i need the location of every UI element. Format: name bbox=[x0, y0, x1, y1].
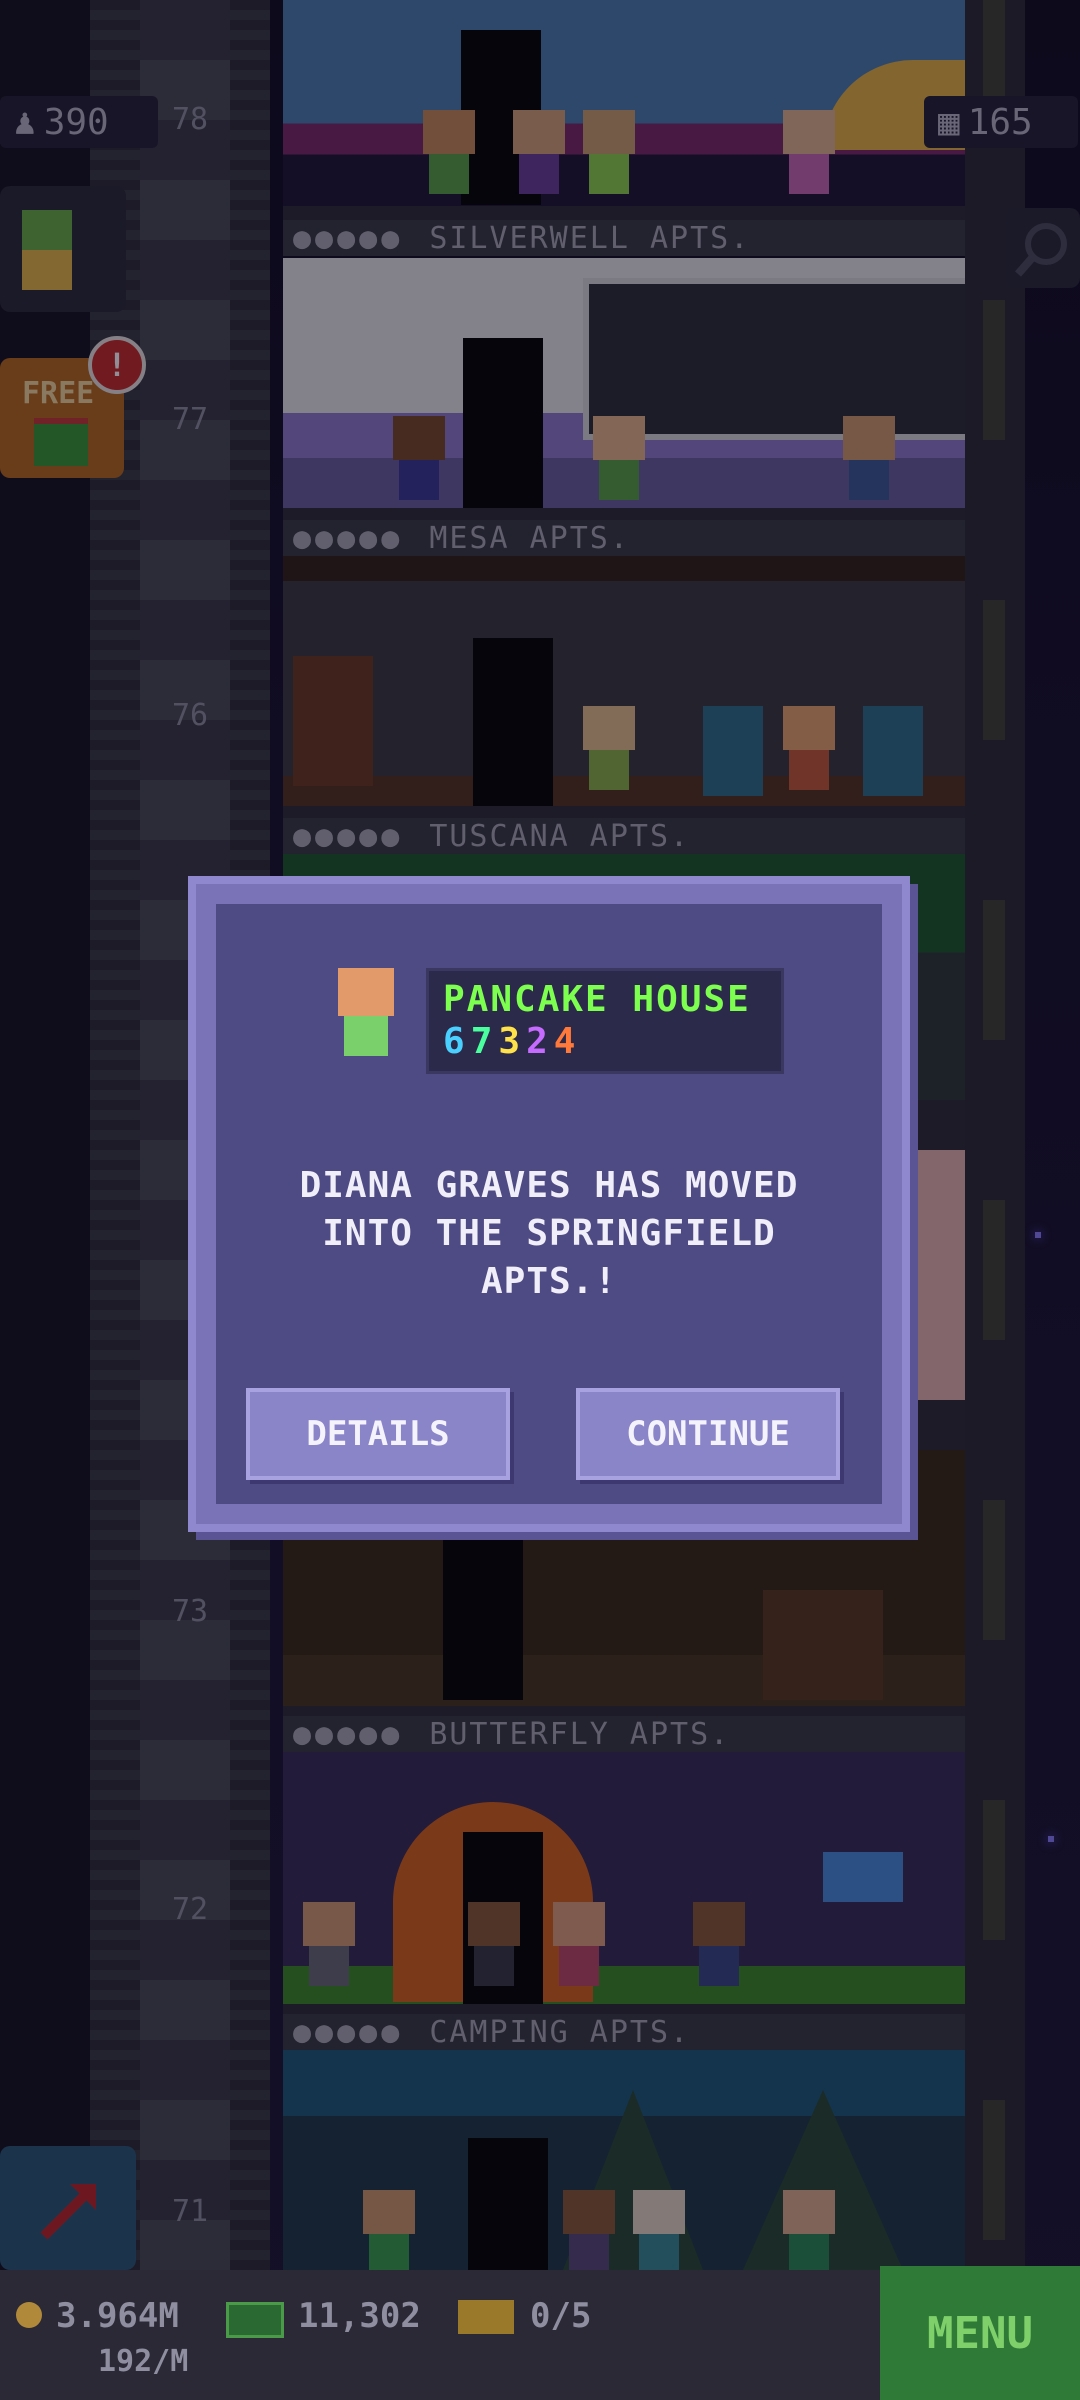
continue-button[interactable]: CONTINUE bbox=[576, 1388, 840, 1480]
coins-value: 3.964M bbox=[56, 2296, 179, 2336]
stat-digit: 4 bbox=[553, 1021, 582, 1062]
stat-digit: 2 bbox=[526, 1021, 554, 1062]
ticket-icon bbox=[458, 2300, 514, 2334]
stat-digit: 3 bbox=[498, 1021, 527, 1062]
business-name: PANCAKE HOUSE bbox=[443, 979, 751, 1020]
move-in-dialog: PANCAKE HOUSE 67324 DIANA GRAVES HAS MOV… bbox=[188, 876, 910, 1532]
tickets-value: 0/5 bbox=[530, 2296, 592, 2336]
dream-job-box: PANCAKE HOUSE 67324 bbox=[426, 968, 784, 1074]
bux-value: 11,302 bbox=[298, 2296, 421, 2336]
dialog-message: DIANA GRAVES HAS MOVED INTO THE SPRINGFI… bbox=[299, 1165, 799, 1302]
details-button[interactable]: DETAILS bbox=[246, 1388, 510, 1480]
menu-button[interactable]: MENU bbox=[880, 2266, 1080, 2400]
bitizen-portrait bbox=[338, 968, 394, 1016]
dialog-panel: PANCAKE HOUSE 67324 DIANA GRAVES HAS MOV… bbox=[216, 904, 882, 1504]
bux-icon bbox=[226, 2302, 284, 2338]
bitizen-stats: 67324 bbox=[443, 1021, 581, 1062]
coin-rate: 192/M bbox=[98, 2344, 189, 2379]
stat-digit: 6 bbox=[443, 1021, 471, 1062]
coin-icon bbox=[16, 2302, 42, 2328]
stat-digit: 7 bbox=[470, 1021, 499, 1062]
